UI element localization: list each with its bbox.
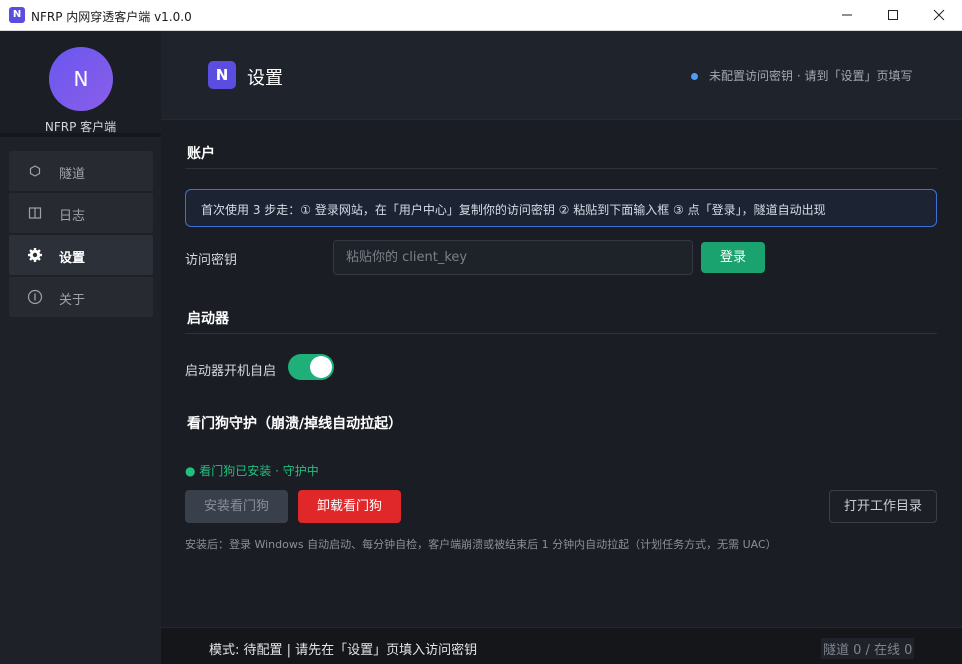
sidebar-item-settings[interactable]: 设置 [9,235,153,275]
sidebar-item-label: 关于 [59,293,86,308]
app-icon: N [9,7,25,23]
close-button[interactable] [916,0,962,31]
status-dot-icon [691,73,698,80]
uninstall-watchdog-button[interactable]: 卸载看门狗 [298,490,401,523]
access-key-input[interactable] [333,240,693,275]
watchdog-hint: 安装后：登录 Windows 自动启动、每分钟自检，客户端崩溃或被结束后 1 分… [185,538,777,551]
login-button[interactable]: 登录 [701,242,765,273]
toggle-knob [310,356,332,378]
sidebar-profile: N NFRP 客户端 [0,31,161,134]
sidebar-item-label: 日志 [59,209,86,224]
tunnel-count: 隧道 0 / 在线 0 [821,638,915,659]
sidebar-item-logs[interactable]: 日志 [9,193,153,233]
account-section-title: 账户 [187,146,215,162]
avatar: N [49,47,113,111]
gear-icon [28,248,42,262]
sidebar: N NFRP 客户端 隧道 日志 设置 关于 [0,31,161,664]
sidebar-item-tunnels[interactable]: 隧道 [9,151,153,191]
hexagon-icon [29,165,41,177]
watchdog-status: ● 看门狗已安装 · 守护中 [185,464,319,478]
info-circle-icon [27,289,43,305]
window-title: NFRP 内网穿透客户端 v1.0.0 [31,10,192,24]
access-key-label: 访问密钥 [185,253,238,268]
log-book-icon [28,207,42,219]
header-logo: N [208,61,236,89]
autostart-label: 启动器开机自启 [185,364,277,379]
sidebar-item-label: 设置 [59,251,86,266]
mode-status: 模式: 待配置 | 请先在「设置」页填入访问密钥 [209,643,478,658]
page-title: 设置 [247,68,283,89]
setup-info-box: 首次使用 3 步走：① 登录网站，在「用户中心」复制你的访问密钥 ② 粘贴到下面… [185,189,937,227]
main-panel: N 设置 未配置访问密钥 · 请到「设置」页填写 账户 首次使用 3 步走：① … [161,31,962,664]
config-status: 未配置访问密钥 · 请到「设置」页填写 [709,69,913,83]
page-header: N 设置 未配置访问密钥 · 请到「设置」页填写 [161,31,962,120]
window-titlebar: N NFRP 内网穿透客户端 v1.0.0 [0,0,962,31]
install-watchdog-button[interactable]: 安装看门狗 [185,490,288,523]
sidebar-divider [0,133,161,137]
sidebar-item-label: 隧道 [59,167,86,182]
maximize-icon [888,10,898,20]
section-divider [185,168,937,169]
open-workdir-button[interactable]: 打开工作目录 [829,490,937,523]
section-divider [185,333,937,334]
close-icon [933,9,945,21]
minimize-button[interactable] [824,0,870,31]
status-bar: 模式: 待配置 | 请先在「设置」页填入访问密钥 隧道 0 / 在线 0 [161,627,962,664]
autostart-toggle[interactable] [288,354,334,380]
watchdog-section-title: 看门狗守护（崩溃/掉线自动拉起） [187,416,403,432]
sidebar-item-about[interactable]: 关于 [9,277,153,317]
maximize-button[interactable] [870,0,916,31]
minimize-icon [842,14,852,16]
launcher-section-title: 启动器 [187,311,229,327]
setup-steps-text: 首次使用 3 步走：① 登录网站，在「用户中心」复制你的访问密钥 ② 粘贴到下面… [201,203,826,217]
